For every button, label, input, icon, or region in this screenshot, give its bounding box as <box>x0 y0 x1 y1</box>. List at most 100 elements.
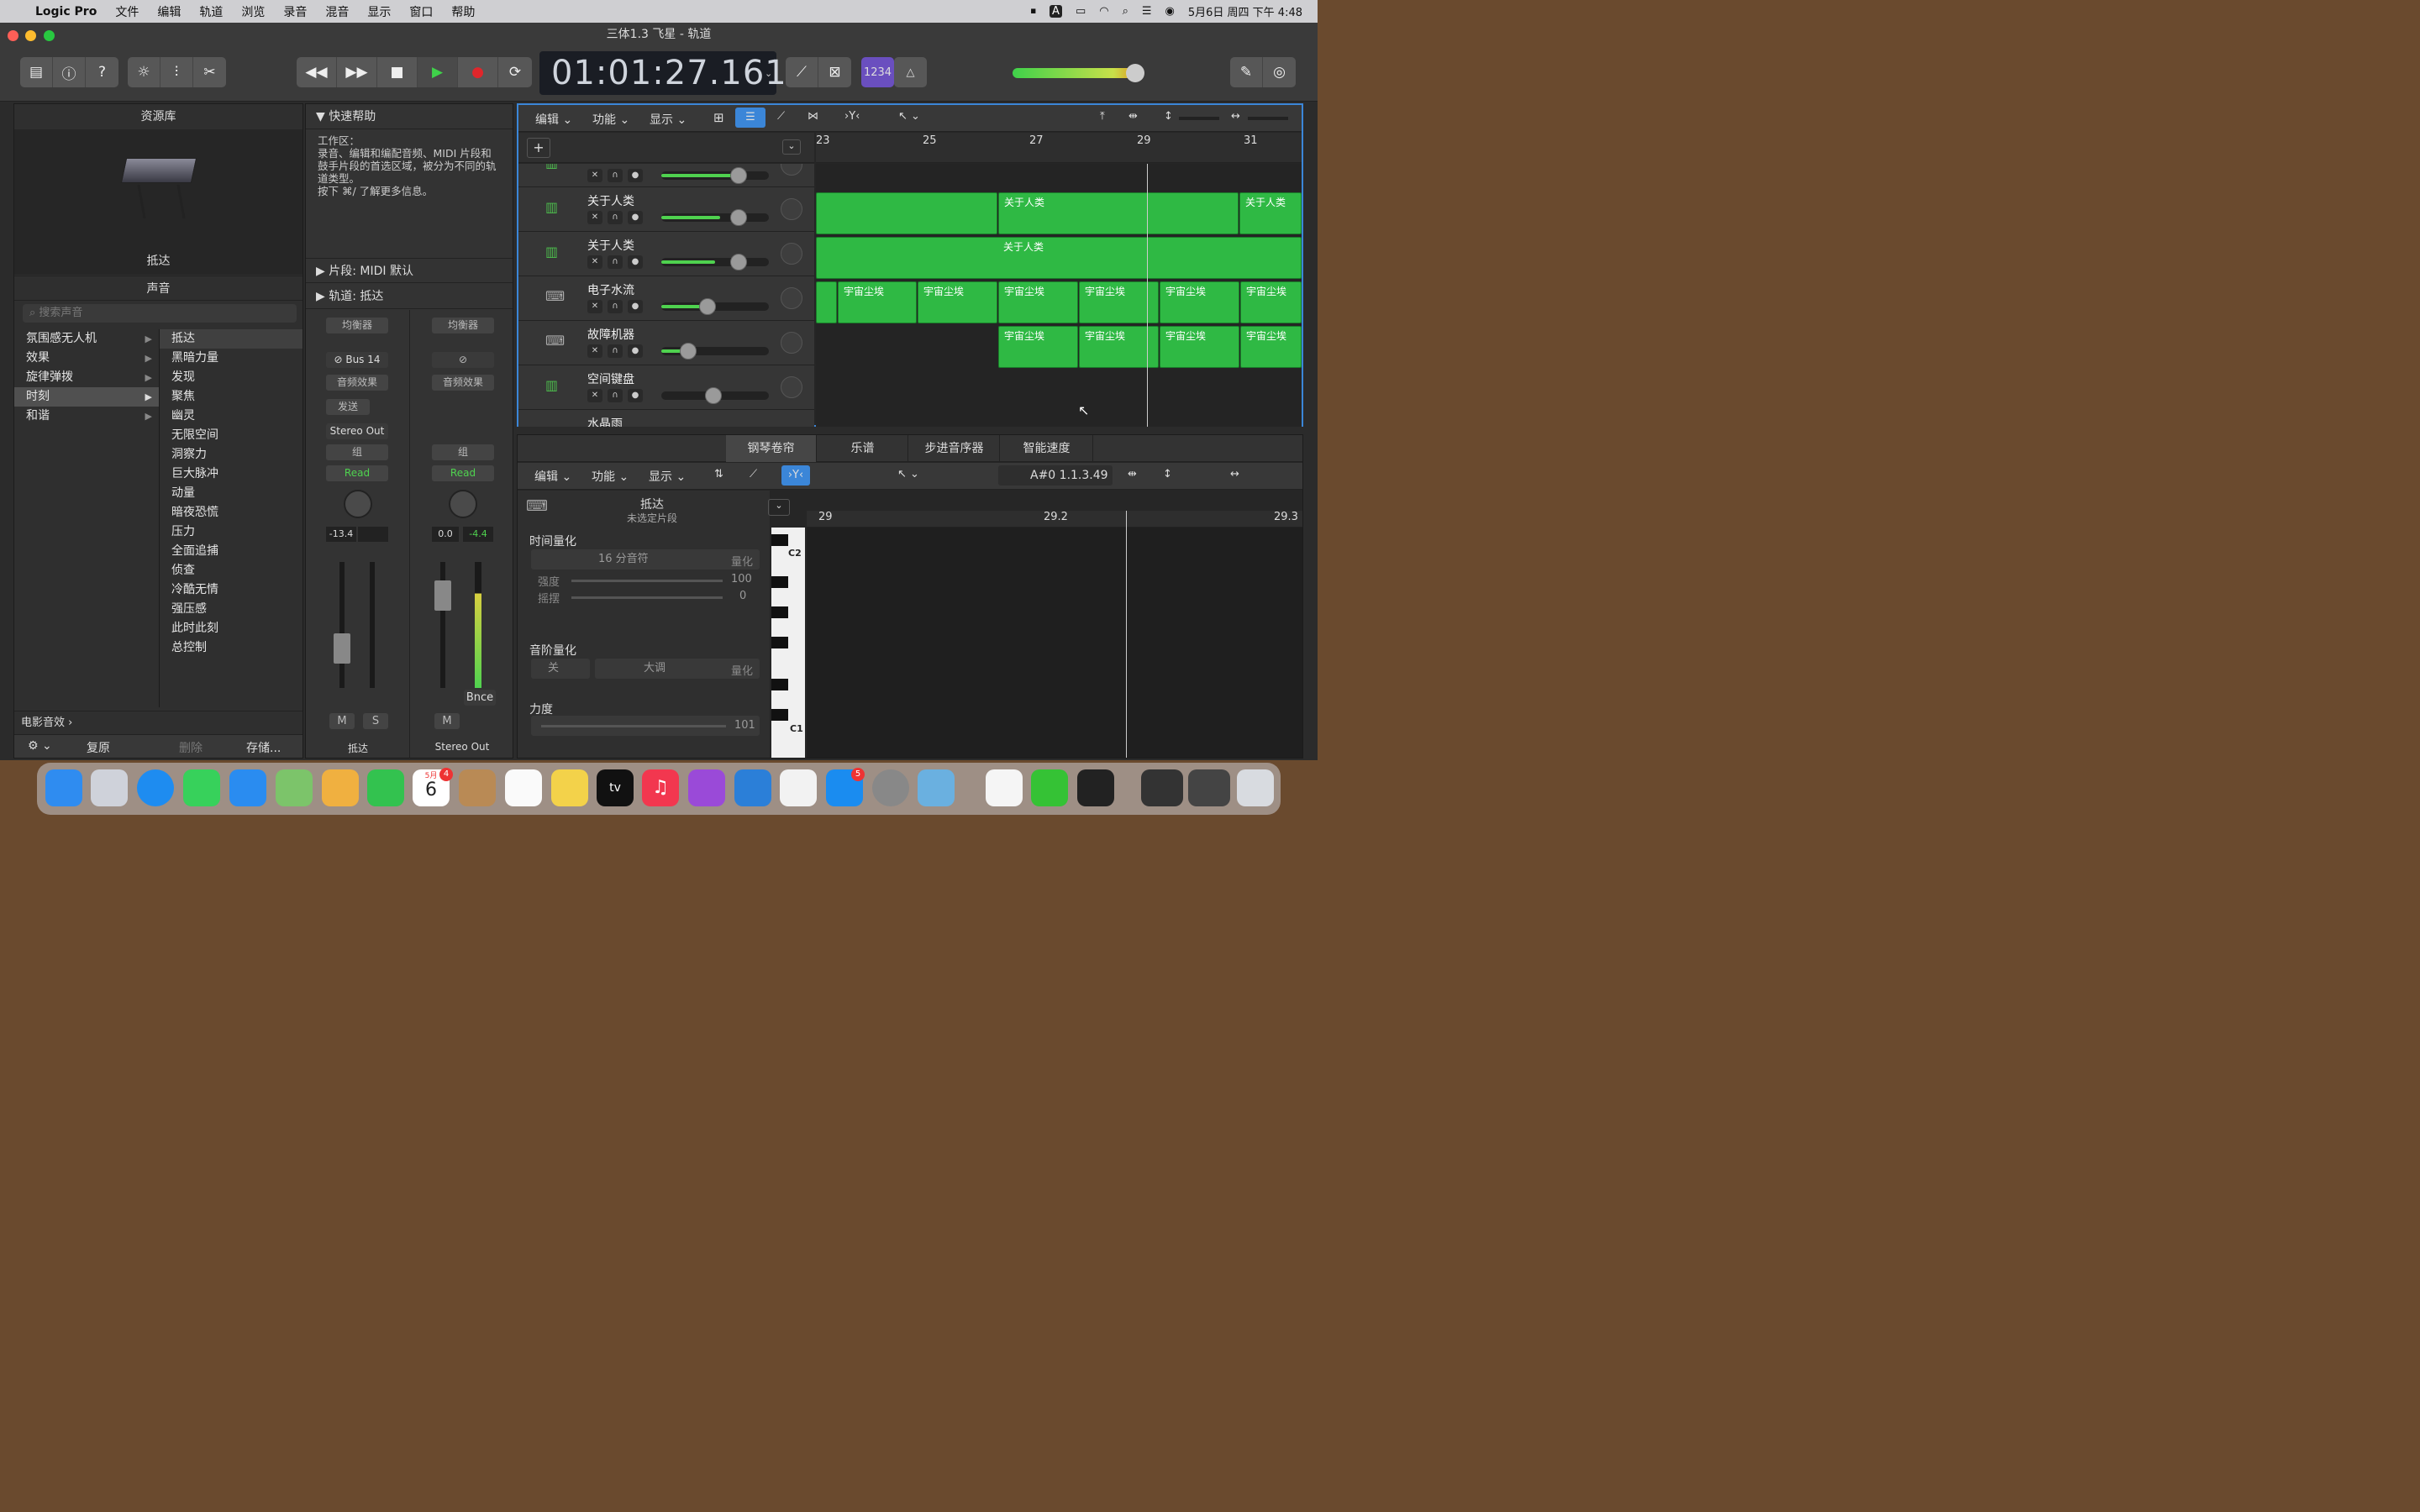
reminders-icon[interactable] <box>505 769 542 806</box>
record-enable-icon[interactable]: ● <box>628 300 643 313</box>
midi-region[interactable]: 宇宙尘埃 <box>1240 326 1302 368</box>
menu-file[interactable]: 文件 <box>115 3 139 20</box>
midi-region[interactable]: 宇宙尘埃 <box>838 281 917 323</box>
piano-black-key[interactable] <box>771 576 788 588</box>
library-footer-label[interactable]: 电影音效 › <box>14 711 302 734</box>
record-enable-icon[interactable]: ● <box>628 211 643 224</box>
gear-icon[interactable]: ⚙ ⌄ <box>28 739 52 753</box>
vertical-zoom-icon[interactable]: ↕ <box>1164 110 1173 123</box>
master-volume-knob[interactable] <box>1126 64 1144 82</box>
midi-region[interactable]: 宇宙尘埃 <box>998 281 1078 323</box>
midi-region[interactable]: 关于人类 <box>1239 192 1302 234</box>
bounce-button[interactable]: Bnce <box>464 690 496 706</box>
smart-controls-icon[interactable]: ☼ <box>128 57 160 87</box>
mute-button[interactable]: M <box>434 713 460 729</box>
piano-black-key[interactable] <box>771 534 788 546</box>
volume-fader[interactable] <box>434 580 451 611</box>
quick-help-header[interactable]: ▼ 快速帮助 <box>306 104 513 129</box>
record-enable-icon[interactable]: ● <box>628 344 643 358</box>
global-tracks-icon[interactable]: ⌄ <box>782 139 801 155</box>
photos-icon[interactable] <box>322 769 359 806</box>
track-header[interactable]: ⌨ 故障机器 ✕ ∩ ● <box>518 321 814 365</box>
cycle-icon[interactable]: ⟳ <box>498 57 532 87</box>
track-name[interactable]: 关于人类 <box>587 192 634 209</box>
midi-region[interactable] <box>816 281 837 323</box>
track-pan-knob[interactable] <box>781 376 802 398</box>
midi-region[interactable] <box>816 192 997 234</box>
lcd-menu-icon[interactable]: ⌄ <box>765 68 772 79</box>
track-pan-knob[interactable] <box>781 198 802 220</box>
category-item[interactable]: 和谐 ▶ <box>14 407 159 426</box>
mute-icon[interactable]: ✕ <box>587 255 602 269</box>
track-header[interactable]: ▥ ✕ ∩ ● <box>518 164 814 187</box>
patch-item[interactable]: 全面追捕 <box>160 542 302 561</box>
catch-icon[interactable]: ›Y‹ <box>781 465 810 486</box>
keynote-icon[interactable] <box>734 769 771 806</box>
collapse-icon[interactable]: ⇅ <box>714 468 723 480</box>
headphones-icon[interactable]: ∩ <box>608 211 623 224</box>
link-icon[interactable]: ⊘ <box>432 352 494 368</box>
menu-record[interactable]: 录音 <box>283 3 307 20</box>
quicktime-icon[interactable] <box>918 769 955 806</box>
track-pan-knob[interactable] <box>781 332 802 354</box>
track-name[interactable]: 空间键盘 <box>587 370 634 387</box>
midi-region[interactable]: 宇宙尘埃 <box>1240 281 1302 323</box>
logic-pro-icon[interactable] <box>1077 769 1114 806</box>
track-volume-fader[interactable] <box>661 254 769 270</box>
category-item[interactable]: 旋律弹拨 ▶ <box>14 368 159 387</box>
midi-region[interactable]: 关于人类 <box>998 192 1239 234</box>
track-pan-knob[interactable] <box>781 243 802 265</box>
midi-region[interactable]: 宇宙尘埃 <box>918 281 997 323</box>
playhead[interactable] <box>1147 164 1148 427</box>
rewind-icon[interactable]: ◀◀ <box>297 57 337 87</box>
track-header[interactable]: 水晶雨 <box>518 410 814 427</box>
headphones-icon[interactable]: ∩ <box>608 344 623 358</box>
volume-value[interactable]: 0.0 <box>432 527 459 542</box>
headphones-icon[interactable]: ∩ <box>608 300 623 313</box>
minimize-button[interactable] <box>25 30 36 41</box>
track-name[interactable]: 故障机器 <box>587 326 634 343</box>
patch-item[interactable]: 侦查 <box>160 561 302 580</box>
close-button[interactable] <box>8 30 18 41</box>
menu-edit[interactable]: 编辑 <box>157 3 181 20</box>
piano-keyboard[interactable]: C2 C1 <box>771 528 805 758</box>
timeline-ruler[interactable]: 23 25 27 29 31 <box>816 133 1302 163</box>
replace-icon[interactable]: ⊠ <box>818 57 851 87</box>
quantize-button[interactable]: 量化 <box>731 553 753 569</box>
metronome-icon[interactable]: △ <box>894 57 927 87</box>
region-inspector-header[interactable]: ▶ 片段: MIDI 默认 <box>306 258 513 283</box>
pointer-tool-icon[interactable]: ↖ ⌄ <box>898 110 920 123</box>
wifi-icon[interactable]: ◠ <box>1099 5 1108 18</box>
bus-send[interactable]: ⊘ Bus 14 <box>326 352 388 368</box>
patch-item[interactable]: 无限空间 <box>160 426 302 445</box>
revert-button[interactable]: 复原 <box>87 739 110 756</box>
safari-icon[interactable] <box>137 769 174 806</box>
fit-horizontal-icon[interactable]: ⇹ <box>1128 110 1138 123</box>
arrange-area[interactable]: 关于人类 关于人类 关于人类 宇宙尘埃 宇宙尘埃 宇宙尘埃 宇宙尘埃 宇宙尘埃 … <box>816 164 1302 427</box>
save-button[interactable]: 存储... <box>246 739 281 756</box>
editor-playhead[interactable] <box>1126 511 1127 758</box>
notepad-icon[interactable]: ✎ <box>1230 57 1263 87</box>
patch-item[interactable]: 暗夜恐慌 <box>160 503 302 522</box>
launchpad-icon[interactable] <box>91 769 128 806</box>
track-volume-fader[interactable] <box>661 298 769 315</box>
volume-fader[interactable] <box>334 633 350 664</box>
tuner-icon[interactable]: ⟋ <box>786 57 818 87</box>
menu-browse[interactable]: 浏览 <box>241 3 265 20</box>
trash-icon[interactable] <box>1237 769 1274 806</box>
track-header[interactable]: ▥ 关于人类 ✕ ∩ ● <box>518 232 814 276</box>
mute-icon[interactable]: ✕ <box>587 389 602 402</box>
piano-black-key[interactable] <box>771 637 788 648</box>
record-enable-icon[interactable]: ● <box>628 389 643 402</box>
editor-view-menu[interactable]: 显示 ⌄ <box>649 468 686 485</box>
audio-fx-slot[interactable]: 音频效果 <box>326 375 388 391</box>
weibo-icon[interactable] <box>986 769 1023 806</box>
menu-window[interactable]: 窗口 <box>409 3 433 20</box>
track-volume-fader[interactable] <box>661 343 769 360</box>
lcd-time-display[interactable]: 01:01:27.161 <box>539 51 786 95</box>
patch-item[interactable]: 巨大脉冲 <box>160 465 302 484</box>
horizontal-zoom-slider[interactable] <box>1248 117 1288 120</box>
forward-icon[interactable]: ▶▶ <box>337 57 377 87</box>
patch-item[interactable]: 聚焦 <box>160 387 302 407</box>
group-slot[interactable]: 组 <box>326 444 388 460</box>
